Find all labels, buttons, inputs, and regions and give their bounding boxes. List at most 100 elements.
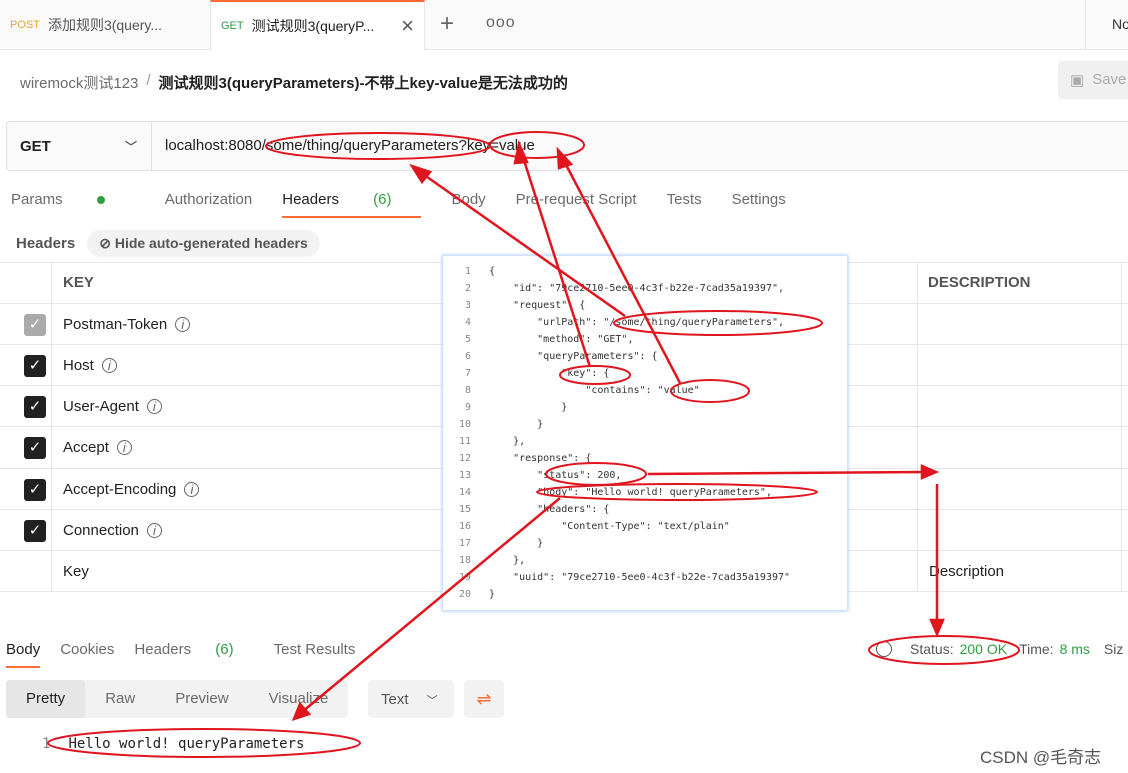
row-checkbox[interactable]: ✓ — [24, 437, 46, 459]
status-label: Status: — [910, 641, 954, 657]
environment-selector[interactable]: No — [1085, 0, 1128, 50]
breadcrumb-request[interactable]: 测试规则3(queryParameters)-不带上key-value是无法成功… — [159, 72, 568, 93]
hide-auto-headers-label: Hide auto-generated headers — [114, 235, 308, 251]
code-line: 13 "status": 200, — [443, 470, 622, 487]
globe-icon[interactable] — [876, 641, 892, 657]
line-number: 5 — [464, 334, 471, 345]
request-tabs: Params Authorization Headers (6) Body Pr… — [11, 191, 816, 218]
tab-prerequest[interactable]: Pre-request Script — [516, 191, 637, 218]
status-value[interactable]: 200 OK — [960, 641, 1007, 657]
code-line: 10 } — [443, 419, 543, 436]
breadcrumb-separator: / — [146, 72, 151, 89]
tab-get-test-rule[interactable]: GET 测试规则3(queryP... × — [210, 0, 425, 50]
info-icon[interactable]: i — [101, 358, 117, 373]
response-body-line: 1 Hello world! queryParameters — [42, 736, 304, 752]
save-icon: ▣ — [1070, 72, 1085, 89]
hide-auto-headers-button[interactable]: ⊘ Hide auto-generated headers — [87, 230, 320, 257]
row-checkbox[interactable]: ✓ — [24, 355, 46, 377]
line-number: 1 — [42, 736, 51, 752]
time-value[interactable]: 8 ms — [1060, 641, 1090, 657]
row-checkbox[interactable]: ✓ — [24, 520, 46, 542]
tab-tests[interactable]: Tests — [667, 191, 702, 218]
info-icon[interactable]: i — [175, 317, 191, 332]
size-label: Siz — [1103, 641, 1124, 657]
eye-off-icon: ⊘ — [99, 235, 111, 251]
row-key: Accept-Encoding i — [63, 481, 200, 498]
tab-post-add-rule[interactable]: POST 添加规则3(query... — [0, 0, 210, 50]
code-line: 12 "response": { — [443, 453, 591, 470]
breadcrumb: wiremock测试123 / 测试规则3(queryParameters)-不… — [20, 72, 568, 93]
code-text: }, — [489, 436, 526, 447]
line-number: 14 — [458, 487, 471, 498]
url-input[interactable]: localhost:8080/some/thing/queryParameter… — [152, 122, 535, 170]
new-tab-icon[interactable]: + — [440, 10, 454, 38]
code-text: } — [489, 419, 544, 430]
format-visualize[interactable]: Visualize — [249, 680, 349, 718]
more-tabs-icon[interactable]: ooo — [486, 14, 516, 32]
headers-label: Headers — [16, 235, 76, 252]
row-checkbox[interactable]: ✓ — [24, 396, 46, 418]
tab-response-headers[interactable]: Headers (6) — [134, 641, 253, 668]
close-icon[interactable]: × — [401, 13, 414, 39]
breadcrumb-collection[interactable]: wiremock测试123 — [20, 72, 138, 93]
save-button[interactable]: ▣ Save — [1058, 61, 1128, 99]
tab-body[interactable]: Body — [451, 191, 485, 218]
row-checkbox[interactable]: ✓ — [24, 479, 46, 501]
line-number: 12 — [458, 453, 471, 464]
info-icon[interactable]: i — [184, 482, 200, 497]
code-line: 6 "queryParameters": { — [443, 351, 658, 368]
code-line: 11 }, — [443, 436, 525, 453]
tab-params[interactable]: Params — [11, 191, 135, 218]
code-text: }, — [489, 555, 526, 566]
line-number: 10 — [458, 419, 471, 430]
tab-response-body[interactable]: Body — [6, 641, 41, 668]
arrowhead — [929, 618, 945, 638]
format-raw[interactable]: Raw — [85, 680, 155, 718]
content-type-select[interactable]: Text ﹀ — [368, 680, 454, 718]
tab-cookies[interactable]: Cookies — [60, 641, 114, 668]
line-number: 11 — [458, 436, 471, 447]
tab-authorization[interactable]: Authorization — [165, 191, 253, 218]
tab-params-label: Params — [11, 191, 63, 208]
code-text: "urlPath": "/some/thing/queryParameters"… — [489, 317, 785, 328]
tab-settings[interactable]: Settings — [732, 191, 786, 218]
chevron-down-icon: ﹀ — [124, 139, 137, 154]
code-text: } — [489, 402, 568, 413]
row-checkbox[interactable]: ✓ — [24, 314, 46, 336]
line-number: 20 — [458, 589, 471, 600]
line-number: 18 — [458, 555, 471, 566]
new-description-input[interactable]: Description — [929, 563, 1004, 580]
line-number: 7 — [464, 368, 471, 379]
tab-response-headers-label: Headers — [134, 641, 192, 658]
info-icon[interactable]: i — [146, 523, 162, 538]
row-key: Postman-Token i — [63, 316, 191, 333]
tab-headers[interactable]: Headers (6) — [282, 191, 422, 218]
row-key-text: User-Agent — [63, 398, 139, 415]
line-number: 4 — [464, 317, 471, 328]
row-key: Connection i — [63, 522, 162, 539]
url-bar: GET ﹀ localhost:8080/some/thing/queryPar… — [6, 121, 1128, 171]
code-text: "headers": { — [489, 504, 610, 515]
code-line: 8 "contains": "value" — [443, 385, 700, 402]
wrap-lines-icon[interactable]: ⇌ — [464, 680, 504, 718]
new-key-input[interactable]: Key — [63, 563, 89, 580]
code-line: 7 "key": { — [443, 368, 609, 385]
response-body-text: Hello world! queryParameters — [68, 736, 305, 752]
row-key: Accept i — [63, 439, 132, 456]
method-select[interactable]: GET ﹀ — [7, 122, 152, 170]
info-icon[interactable]: i — [116, 440, 132, 455]
tab-test-results[interactable]: Test Results — [274, 641, 356, 668]
line-number: 1 — [464, 266, 471, 277]
info-icon[interactable]: i — [146, 399, 162, 414]
format-pretty[interactable]: Pretty — [6, 680, 86, 718]
code-line: 16 "Content-Type": "text/plain" — [443, 521, 730, 538]
headers-toolbar: Headers ⊘ Hide auto-generated headers — [16, 230, 320, 257]
format-preview[interactable]: Preview — [155, 680, 248, 718]
tab-bar: POST 添加规则3(query... GET 测试规则3(queryP... … — [0, 0, 1128, 50]
code-text: "uuid": "79ce2710-5ee0-4c3f-b22e-7cad35a… — [489, 572, 791, 583]
code-text: "contains": "value" — [489, 385, 700, 396]
line-number: 13 — [458, 470, 471, 481]
row-key: Host i — [63, 357, 117, 374]
line-number: 8 — [464, 385, 471, 396]
code-text: } — [489, 538, 544, 549]
